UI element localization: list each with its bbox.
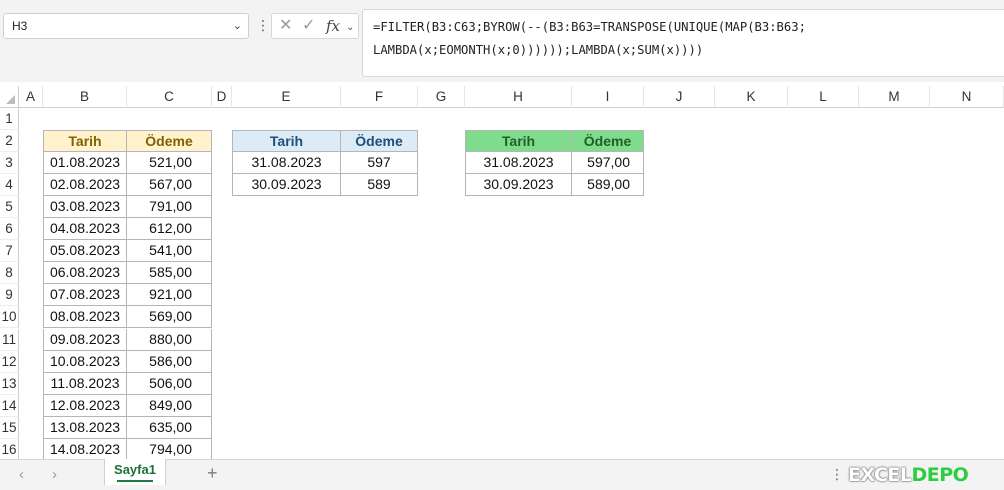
summary-table-cell[interactable]: 597 <box>341 152 418 175</box>
result-table-header-tarih[interactable]: Tarih <box>465 130 572 153</box>
result-table-header-odeme[interactable]: Ödeme <box>572 130 644 153</box>
row-header-10[interactable]: 10 <box>0 306 19 329</box>
formula-buttons: ✕ ✓ fx ⌄ <box>271 13 359 39</box>
column-header-a[interactable]: A <box>19 86 43 108</box>
watermark-part-1: EXCEL <box>848 464 912 486</box>
source-table-cell[interactable]: 849,00 <box>127 394 212 417</box>
column-header-i[interactable]: I <box>572 86 644 108</box>
source-table-cell[interactable]: 612,00 <box>127 218 212 241</box>
source-table-cell[interactable]: 791,00 <box>127 196 212 219</box>
result-table-cell[interactable]: 597,00 <box>572 152 644 175</box>
formula-input[interactable]: =FILTER(B3:C63;BYROW(--(B3:B63=TRANSPOSE… <box>362 9 1004 77</box>
check-icon[interactable]: ✓ <box>302 17 315 35</box>
source-table-cell[interactable]: 08.08.2023 <box>43 306 127 329</box>
row-header-9[interactable]: 9 <box>0 284 19 307</box>
source-table-cell[interactable]: 09.08.2023 <box>43 328 127 351</box>
row-header-14[interactable]: 14 <box>0 394 19 417</box>
chevron-right-icon[interactable]: › <box>52 466 57 483</box>
column-header-m[interactable]: M <box>859 86 930 108</box>
column-header-l[interactable]: L <box>788 86 859 108</box>
sheet-tab-bar: ‹ › Sayfa1 + ⋮ EXCELDEPO <box>0 459 1004 490</box>
source-table-cell[interactable]: 585,00 <box>127 262 212 285</box>
row-header-5[interactable]: 5 <box>0 196 19 219</box>
name-box-value: H3 <box>12 19 28 33</box>
column-header-n[interactable]: N <box>930 86 1004 108</box>
source-table-header-odeme[interactable]: Ödeme <box>127 130 212 153</box>
sheet-tab-sayfa1[interactable]: Sayfa1 <box>104 459 166 485</box>
summary-table-cell[interactable]: 30.09.2023 <box>232 174 341 197</box>
more-options-icon[interactable]: ⋮ <box>830 466 844 483</box>
summary-table-header-odeme[interactable]: Ödeme <box>341 130 418 153</box>
row-header-6[interactable]: 6 <box>0 218 19 241</box>
close-icon[interactable]: ✕ <box>279 17 292 35</box>
more-options-icon[interactable]: ⋮ <box>256 16 270 34</box>
row-header-13[interactable]: 13 <box>0 372 19 395</box>
name-box[interactable]: H3 ⌄ <box>3 13 249 39</box>
summary-table-cell[interactable]: 589 <box>341 174 418 197</box>
add-sheet-button[interactable]: + <box>207 463 218 484</box>
summary-table-cell[interactable]: 31.08.2023 <box>232 152 341 175</box>
column-header-d[interactable]: D <box>212 86 232 108</box>
source-table-cell[interactable]: 02.08.2023 <box>43 174 127 197</box>
row-header-7[interactable]: 7 <box>0 240 19 263</box>
select-all-corner[interactable] <box>0 86 19 108</box>
spreadsheet-grid[interactable]: A B C D E F G H I J K L M N 1 2 3 4 5 6 7 8 9 10 11 12 13 14 15 16 Tar… <box>0 86 1004 459</box>
column-header-e[interactable]: E <box>232 86 341 108</box>
source-table-cell[interactable]: 11.08.2023 <box>43 372 127 395</box>
column-header-k[interactable]: K <box>715 86 788 108</box>
row-header-3[interactable]: 3 <box>0 152 19 175</box>
source-table-cell[interactable]: 569,00 <box>127 306 212 329</box>
watermark-logo: EXCELDEPO <box>848 464 969 486</box>
source-table-cell[interactable]: 01.08.2023 <box>43 152 127 175</box>
row-header-8[interactable]: 8 <box>0 262 19 285</box>
column-header-f[interactable]: F <box>341 86 418 108</box>
source-table-cell[interactable]: 03.08.2023 <box>43 196 127 219</box>
source-table-cell[interactable]: 07.08.2023 <box>43 284 127 307</box>
row-header-15[interactable]: 15 <box>0 416 19 439</box>
source-table-cell[interactable]: 04.08.2023 <box>43 218 127 241</box>
formula-line-2: LAMBDA(x;EOMONTH(x;0))))));LAMBDA(x;SUM(… <box>373 43 704 57</box>
row-header-12[interactable]: 12 <box>0 350 19 373</box>
column-header-h[interactable]: H <box>465 86 572 108</box>
row-header-11[interactable]: 11 <box>0 328 19 351</box>
source-table-cell[interactable]: 05.08.2023 <box>43 240 127 263</box>
watermark-part-2: DEPO <box>911 464 969 486</box>
chevron-left-icon[interactable]: ‹ <box>19 466 24 483</box>
row-header-16[interactable]: 16 <box>0 438 19 459</box>
source-table-cell[interactable]: 12.08.2023 <box>43 394 127 417</box>
source-table-cell[interactable]: 794,00 <box>127 438 212 459</box>
source-table-cell[interactable]: 921,00 <box>127 284 212 307</box>
result-table-cell[interactable]: 31.08.2023 <box>465 152 572 175</box>
summary-table-header-tarih[interactable]: Tarih <box>232 130 341 153</box>
result-table-cell[interactable]: 589,00 <box>572 174 644 197</box>
column-header-g[interactable]: G <box>418 86 465 108</box>
row-header-1[interactable]: 1 <box>0 108 19 131</box>
source-table-cell[interactable]: 586,00 <box>127 350 212 373</box>
column-header-j[interactable]: J <box>644 86 715 108</box>
column-header-c[interactable]: C <box>127 86 212 108</box>
column-header-b[interactable]: B <box>43 86 127 108</box>
source-table-cell[interactable]: 10.08.2023 <box>43 350 127 373</box>
source-table-cell[interactable]: 14.08.2023 <box>43 438 127 459</box>
source-table-cell[interactable]: 13.08.2023 <box>43 416 127 439</box>
source-table-cell[interactable]: 06.08.2023 <box>43 262 127 285</box>
fx-icon[interactable]: fx <box>326 17 340 35</box>
source-table-cell[interactable]: 567,00 <box>127 174 212 197</box>
chevron-down-icon[interactable]: ⌄ <box>346 19 354 37</box>
chevron-down-icon[interactable]: ⌄ <box>233 14 242 38</box>
formula-bar-area: H3 ⌄ ⋮ ✕ ✓ fx ⌄ =FILTER(B3:C63;BYROW(--(… <box>0 0 1004 82</box>
row-header-2[interactable]: 2 <box>0 130 19 153</box>
source-table-cell[interactable]: 880,00 <box>127 328 212 351</box>
source-table-header-tarih[interactable]: Tarih <box>43 130 127 153</box>
source-table-cell[interactable]: 541,00 <box>127 240 212 263</box>
source-table-cell[interactable]: 521,00 <box>127 152 212 175</box>
source-table-cell[interactable]: 635,00 <box>127 416 212 439</box>
row-header-4[interactable]: 4 <box>0 174 19 197</box>
source-table-cell[interactable]: 506,00 <box>127 372 212 395</box>
formula-line-1: =FILTER(B3:C63;BYROW(--(B3:B63=TRANSPOSE… <box>373 20 806 34</box>
sheet-tab-label: Sayfa1 <box>114 462 156 477</box>
active-tab-underline <box>117 480 153 482</box>
result-table-cell[interactable]: 30.09.2023 <box>465 174 572 197</box>
